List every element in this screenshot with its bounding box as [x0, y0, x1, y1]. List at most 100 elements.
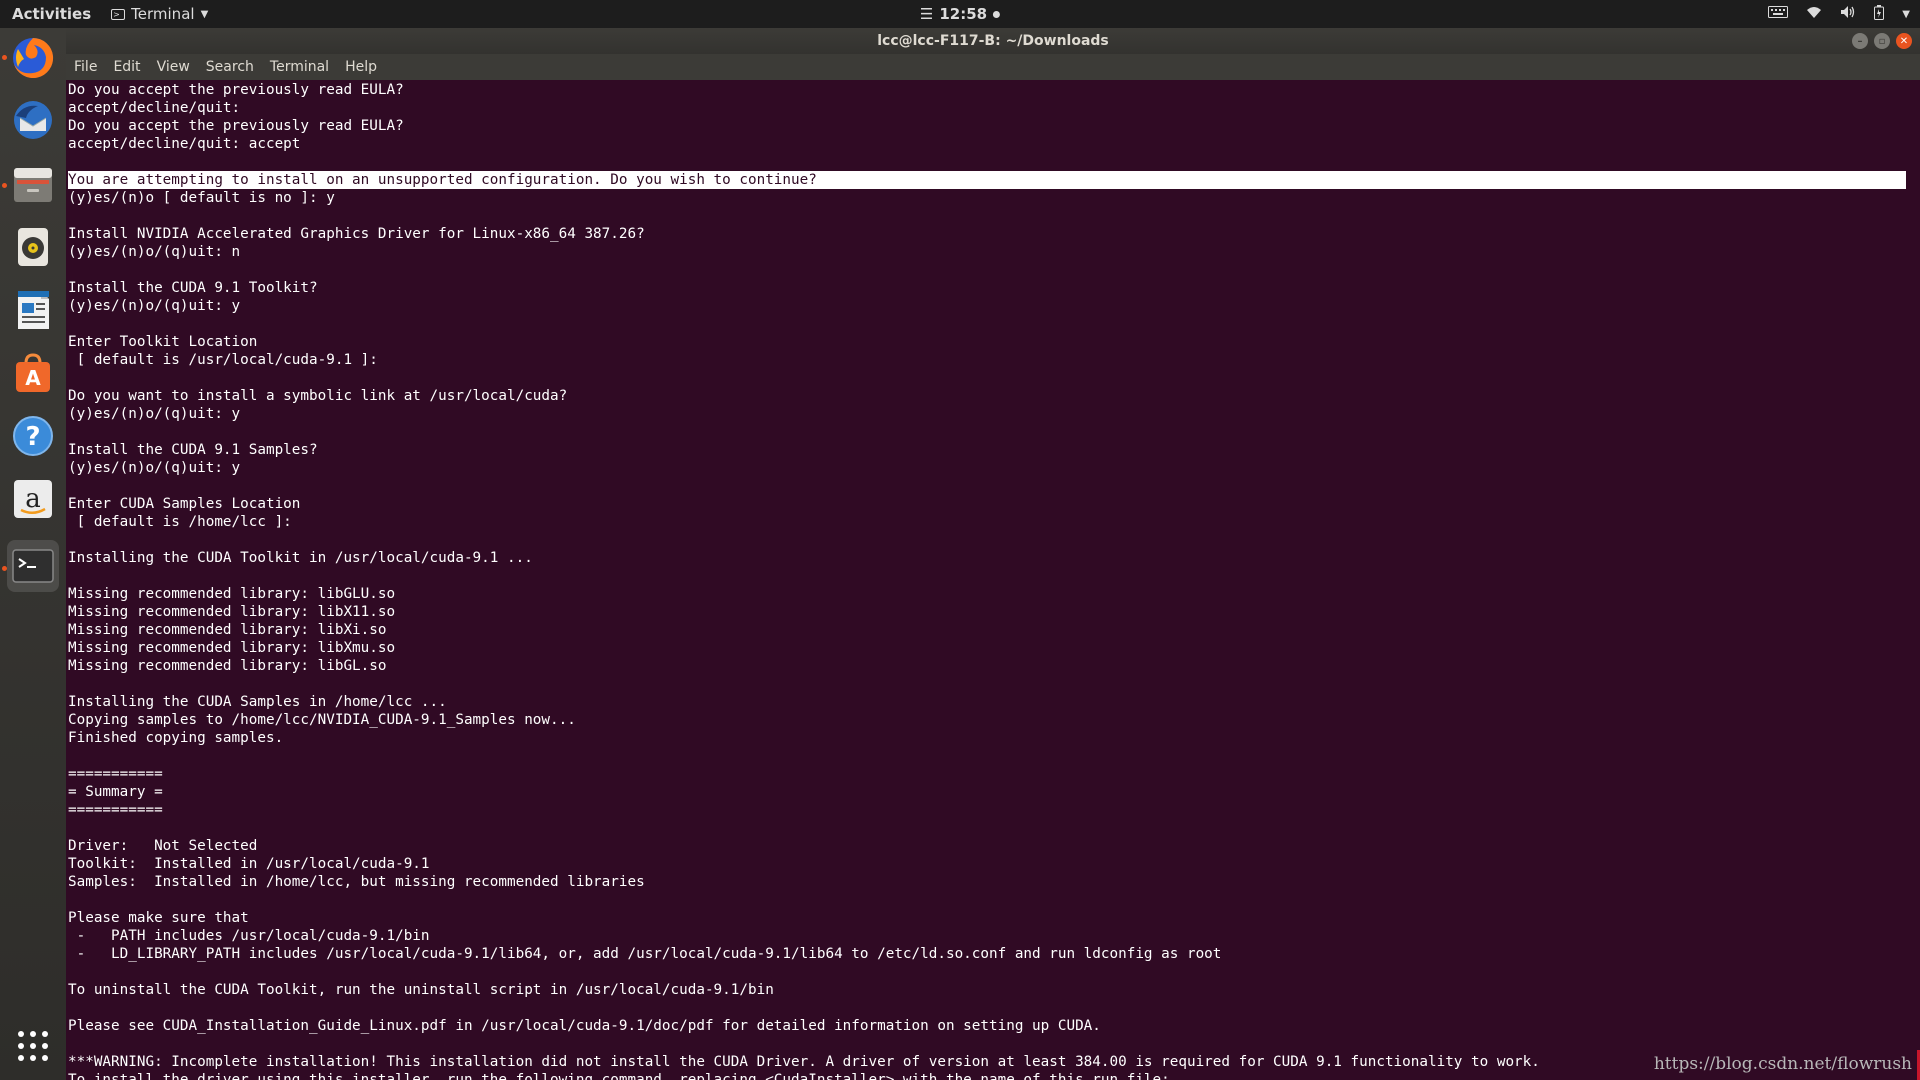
terminal-window[interactable]: lcc@lcc-F117-B: ~/Downloads – ▫ ✕ File E…: [66, 28, 1920, 1080]
music-icon: [18, 228, 48, 266]
terminal-line: [ default is /home/lcc ]:: [68, 514, 292, 530]
close-icon[interactable]: ✕: [1896, 33, 1912, 49]
help-icon: ?: [13, 416, 53, 456]
terminal-line: [ default is /usr/local/cuda-9.1 ]:: [68, 352, 378, 368]
dock-item-rhythmbox[interactable]: [7, 221, 59, 273]
terminal-line: Install NVIDIA Accelerated Graphics Driv…: [68, 226, 645, 242]
mail-icon: [14, 101, 52, 139]
dock-item-files[interactable]: [7, 158, 59, 210]
svg-text:a: a: [25, 484, 41, 514]
system-tray[interactable]: ▼: [1768, 0, 1910, 28]
dock-item-show-applications[interactable]: [7, 1020, 59, 1072]
terminal-line: (y)es/(n)o/(q)uit: n: [68, 244, 241, 260]
svg-text:?: ?: [25, 422, 40, 452]
terminal-line: Enter CUDA Samples Location: [68, 496, 301, 512]
terminal-line: Install the CUDA 9.1 Samples?: [68, 442, 318, 458]
terminal-line: (y)es/(n)o/(q)uit: y: [68, 298, 241, 314]
terminal-line: Finished copying samples.: [68, 730, 284, 746]
terminal-line: Toolkit: Installed in /usr/local/cuda-9.…: [68, 856, 430, 872]
activities-button[interactable]: Activities: [12, 5, 91, 23]
clock[interactable]: ☰ 12:58: [919, 5, 1001, 23]
terminal-line: Please make sure that: [68, 910, 249, 926]
dock-item-writer[interactable]: [7, 284, 59, 336]
dock-item-software[interactable]: A: [7, 347, 59, 399]
document-icon: [18, 291, 49, 329]
firefox-icon: [13, 37, 54, 78]
dock-item-thunderbird[interactable]: [7, 95, 59, 147]
terminal-line: Do you accept the previously read EULA?: [68, 82, 404, 98]
terminal-line: - PATH includes /usr/local/cuda-9.1/bin: [68, 928, 430, 944]
notification-list-icon: ☰: [919, 5, 934, 23]
terminal-line: Installing the CUDA Samples in /home/lcc…: [68, 694, 447, 710]
software-center-icon: A: [16, 353, 50, 392]
terminal-line: You are attempting to install on an unsu…: [68, 171, 1906, 189]
top-bar: Activities > Terminal ▼ ☰ 12:58 ▼: [0, 0, 1920, 28]
terminal-line: (y)es/(n)o [ default is no ]: y: [68, 190, 335, 206]
terminal-line: ***WARNING: Incomplete installation! Thi…: [68, 1054, 1540, 1070]
terminal-line: Samples: Installed in /home/lcc, but mis…: [68, 874, 645, 890]
terminal-icon: [12, 549, 54, 583]
system-menu-caret-icon[interactable]: ▼: [1902, 9, 1910, 20]
battery-icon[interactable]: [1874, 4, 1885, 24]
keyboard-icon[interactable]: [1768, 6, 1789, 22]
menu-search[interactable]: Search: [204, 57, 256, 77]
dock: A ? a: [0, 28, 66, 1080]
menu-view[interactable]: View: [155, 57, 192, 77]
terminal-line: Missing recommended library: libXi.so: [68, 622, 387, 638]
files-icon: [14, 168, 52, 202]
terminal-line: ===========: [68, 766, 163, 782]
minimize-icon[interactable]: –: [1852, 33, 1868, 49]
wifi-icon[interactable]: [1806, 5, 1822, 23]
terminal-line: accept/decline/quit:: [68, 100, 241, 116]
grid-icon: [18, 1031, 48, 1061]
svg-text:A: A: [25, 366, 41, 390]
caret-down-icon: ▼: [200, 8, 209, 20]
app-menu-label: Terminal: [131, 5, 195, 23]
volume-icon[interactable]: [1840, 5, 1856, 23]
window-controls: – ▫ ✕: [1852, 33, 1912, 49]
terminal-line: Missing recommended library: libGLU.so: [68, 586, 396, 602]
terminal-line: Do you want to install a symbolic link a…: [68, 388, 568, 404]
menu-help[interactable]: Help: [343, 57, 379, 77]
window-titlebar[interactable]: lcc@lcc-F117-B: ~/Downloads – ▫ ✕: [66, 28, 1920, 54]
window-title: lcc@lcc-F117-B: ~/Downloads: [877, 33, 1109, 49]
terminal-line: Installing the CUDA Toolkit in /usr/loca…: [68, 550, 533, 566]
amazon-icon: a: [14, 480, 52, 518]
terminal-small-icon: >: [111, 8, 126, 20]
menu-edit[interactable]: Edit: [111, 57, 142, 77]
dock-item-help[interactable]: ?: [7, 410, 59, 462]
terminal-line: ===========: [68, 802, 163, 818]
terminal-line: Do you accept the previously read EULA?: [68, 118, 404, 134]
terminal-line: Install the CUDA 9.1 Toolkit?: [68, 280, 318, 296]
terminal-line: To install the driver using this install…: [68, 1072, 1170, 1080]
notification-dot-icon: [993, 10, 1001, 18]
app-menu[interactable]: > Terminal ▼: [111, 5, 208, 23]
dock-item-terminal[interactable]: [7, 540, 59, 592]
terminal-output[interactable]: Do you accept the previously read EULA? a…: [68, 81, 1906, 1080]
menu-terminal[interactable]: Terminal: [268, 57, 331, 77]
terminal-line: Missing recommended library: libX11.so: [68, 604, 396, 620]
terminal-line: (y)es/(n)o/(q)uit: y: [68, 460, 241, 476]
menu-file[interactable]: File: [72, 57, 99, 77]
clock-time: 12:58: [939, 5, 988, 23]
dock-item-amazon[interactable]: a: [7, 473, 59, 525]
maximize-icon[interactable]: ▫: [1874, 33, 1890, 49]
terminal-line: Enter Toolkit Location: [68, 334, 258, 350]
dock-item-firefox[interactable]: [7, 32, 59, 84]
